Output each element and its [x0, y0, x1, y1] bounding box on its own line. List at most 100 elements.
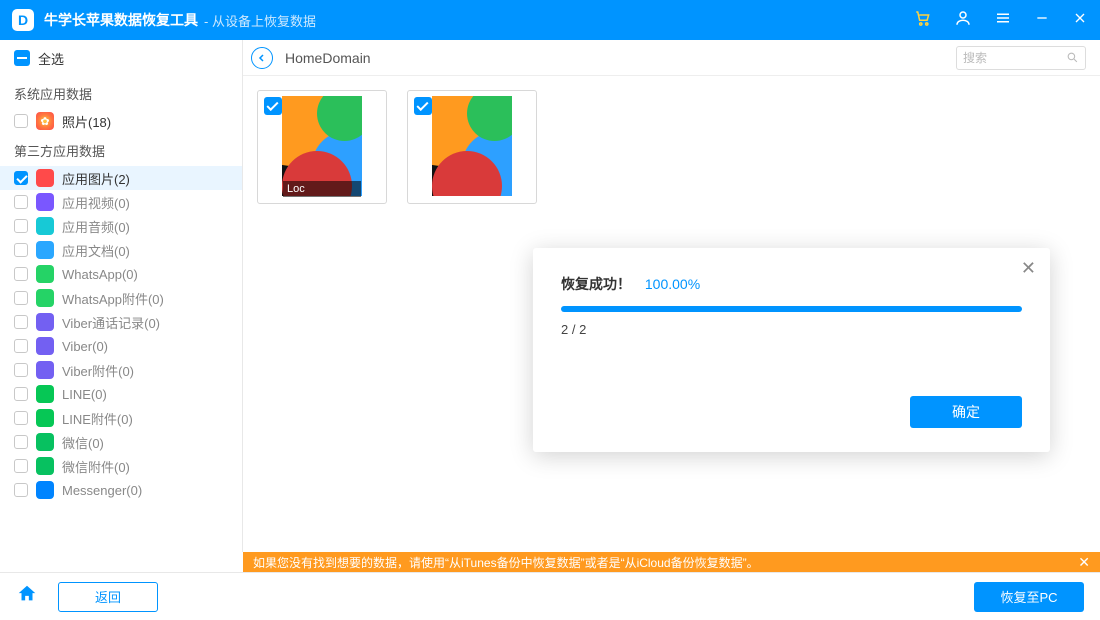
home-icon[interactable] — [16, 583, 38, 611]
thumbnail-grid: Loc — [243, 76, 1100, 218]
sidebar-item-wechat[interactable]: 微信(0) — [0, 430, 242, 454]
select-all-icon — [14, 50, 30, 66]
checkbox-icon[interactable] — [14, 219, 28, 233]
sidebar-item-viber_log[interactable]: Viber通话记录(0) — [0, 310, 242, 334]
checkbox-icon[interactable] — [14, 267, 28, 281]
sidebar-item-viber[interactable]: Viber(0) — [0, 334, 242, 358]
sidebar-item-label: LINE附件(0) — [62, 409, 133, 428]
thumbnail[interactable] — [407, 90, 537, 204]
main-header: HomeDomain 搜索 — [243, 40, 1100, 76]
checkbox-icon[interactable] — [14, 459, 28, 473]
sidebar-item-line_a[interactable]: LINE附件(0) — [0, 406, 242, 430]
category-icon — [36, 457, 54, 475]
sidebar-item-whatsapp[interactable]: WhatsApp(0) — [0, 262, 242, 286]
checkbox-icon[interactable] — [14, 435, 28, 449]
sidebar-item-wechat_a[interactable]: 微信附件(0) — [0, 454, 242, 478]
dialog-count: 2 / 2 — [561, 322, 1022, 337]
sidebar-item-label: Messenger(0) — [62, 483, 142, 498]
dialog-close-icon[interactable]: ✕ — [1021, 258, 1036, 279]
breadcrumb: HomeDomain — [251, 47, 371, 69]
sidebar-item-label: WhatsApp(0) — [62, 267, 138, 282]
close-icon[interactable] — [1072, 10, 1088, 31]
sidebar-item-photos[interactable]: ✿ 照片(18) — [0, 109, 242, 133]
sidebar-item-line[interactable]: LINE(0) — [0, 382, 242, 406]
sidebar-item-label: 应用音频(0) — [62, 217, 130, 236]
minimize-icon[interactable] — [1034, 10, 1050, 31]
sidebar-item-label: Viber通话记录(0) — [62, 313, 160, 332]
sidebar-item-app_audio[interactable]: 应用音频(0) — [0, 214, 242, 238]
dialog-percent: 100.00% — [645, 276, 700, 292]
tip-bar: 如果您没有找到想要的数据，请使用“从iTunes备份中恢复数据”或者是“从iCl… — [243, 552, 1100, 572]
photos-icon: ✿ — [36, 112, 54, 130]
category-icon — [36, 481, 54, 499]
checkbox-icon[interactable] — [14, 243, 28, 257]
checkbox-icon[interactable] — [14, 387, 28, 401]
category-icon — [36, 289, 54, 307]
recovery-complete-dialog: ✕ 恢复成功！ 100.00% 2 / 2 确定 — [533, 248, 1050, 452]
app-logo: D — [12, 9, 34, 31]
search-icon — [1066, 51, 1079, 64]
category-icon — [36, 169, 54, 187]
checkbox-icon[interactable] — [14, 315, 28, 329]
category-icon — [36, 313, 54, 331]
category-icon — [36, 217, 54, 235]
main-panel: HomeDomain 搜索 Loc ✕ 恢复成功！ 100.00% 2 / 2 … — [243, 40, 1100, 552]
sidebar-item-label: 微信(0) — [62, 433, 104, 452]
sidebar-item-label: Viber(0) — [62, 339, 108, 354]
sidebar-item-label: WhatsApp附件(0) — [62, 289, 164, 308]
sidebar-item-label: 应用文档(0) — [62, 241, 130, 260]
thumbnail-checkbox[interactable] — [414, 97, 432, 115]
select-all-toggle[interactable]: 全选 — [0, 40, 242, 76]
category-icon — [36, 265, 54, 283]
tip-close-icon[interactable]: ✕ — [1078, 554, 1090, 571]
checkbox-icon[interactable] — [14, 363, 28, 377]
app-title: 牛学长苹果数据恢复工具 — [44, 10, 198, 30]
titlebar: D 牛学长苹果数据恢复工具 - 从设备上恢复数据 — [0, 0, 1100, 40]
sidebar-item-messenger[interactable]: Messenger(0) — [0, 478, 242, 502]
user-icon[interactable] — [954, 9, 972, 32]
sidebar-item-whatsapp_a[interactable]: WhatsApp附件(0) — [0, 286, 242, 310]
category-icon — [36, 337, 54, 355]
sidebar-item-label: Viber附件(0) — [62, 361, 134, 380]
category-icon — [36, 385, 54, 403]
footer-bar: 返回 恢复至PC — [0, 572, 1100, 620]
checkbox-icon[interactable] — [14, 291, 28, 305]
search-placeholder: 搜索 — [963, 49, 987, 66]
sidebar: 全选 系统应用数据 ✿ 照片(18) 第三方应用数据 应用图片(2) 应用视频(0… — [0, 40, 243, 552]
back-button[interactable]: 返回 — [58, 582, 158, 612]
progress-bar — [561, 306, 1022, 312]
section-3rd-label: 第三方应用数据 — [0, 133, 242, 166]
dialog-ok-button[interactable]: 确定 — [910, 396, 1022, 428]
thumbnail-checkbox[interactable] — [264, 97, 282, 115]
checkbox-icon[interactable] — [14, 339, 28, 353]
thumbnail[interactable]: Loc — [257, 90, 387, 204]
checkbox-icon[interactable] — [14, 171, 28, 185]
search-input[interactable]: 搜索 — [956, 46, 1086, 70]
thumbnail-caption: Loc — [283, 181, 361, 197]
category-icon — [36, 361, 54, 379]
category-icon — [36, 193, 54, 211]
category-icon — [36, 409, 54, 427]
app-subtitle: - 从设备上恢复数据 — [204, 11, 316, 30]
category-icon — [36, 241, 54, 259]
recover-to-pc-button[interactable]: 恢复至PC — [974, 582, 1084, 612]
back-icon[interactable] — [251, 47, 273, 69]
sidebar-item-label: 照片(18) — [62, 112, 111, 131]
sidebar-item-app_image[interactable]: 应用图片(2) — [0, 166, 242, 190]
section-sys-label: 系统应用数据 — [0, 76, 242, 109]
sidebar-item-label: 应用视频(0) — [62, 193, 130, 212]
dialog-title: 恢复成功！ — [561, 276, 631, 292]
cart-icon[interactable] — [914, 9, 932, 32]
sidebar-item-label: LINE(0) — [62, 387, 107, 402]
sidebar-item-app_video[interactable]: 应用视频(0) — [0, 190, 242, 214]
select-all-label: 全选 — [38, 49, 64, 68]
checkbox-icon[interactable] — [14, 411, 28, 425]
checkbox-icon[interactable] — [14, 114, 28, 128]
category-icon — [36, 433, 54, 451]
tip-text: 如果您没有找到想要的数据，请使用“从iTunes备份中恢复数据”或者是“从iCl… — [253, 554, 759, 571]
sidebar-item-viber_a[interactable]: Viber附件(0) — [0, 358, 242, 382]
checkbox-icon[interactable] — [14, 195, 28, 209]
sidebar-item-app_doc[interactable]: 应用文档(0) — [0, 238, 242, 262]
menu-icon[interactable] — [994, 9, 1012, 32]
checkbox-icon[interactable] — [14, 483, 28, 497]
